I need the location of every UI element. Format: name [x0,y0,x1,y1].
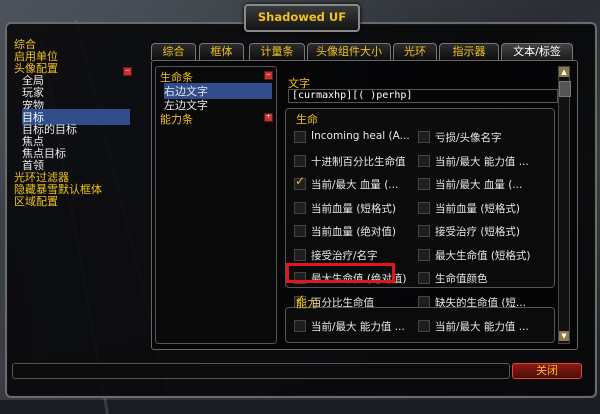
option-checkbox[interactable] [418,225,430,237]
subtree-panel: 生命条 − 右边文字 左边文字 能力条 + [155,66,277,344]
option-label[interactable]: 接受治疗 (短格式) [435,224,520,239]
close-button[interactable]: 关闭 [512,363,582,379]
option-label[interactable]: 当前/最大 能力值 ... [435,154,529,169]
expand-icon[interactable]: + [264,113,273,122]
option-checkbox[interactable] [418,272,430,284]
tab[interactable]: 综合 [151,43,196,60]
arrow-down-icon[interactable]: ▼ [559,331,569,341]
tab[interactable]: 计量条 [249,43,305,60]
option-label[interactable]: 当前血量 (短格式) [311,201,396,216]
option-checkbox[interactable] [294,201,306,214]
option-label[interactable]: 十进制百分比生命值 [311,154,406,169]
nav-item[interactable]: 区域配置 [14,193,58,209]
option-checkbox[interactable]: ✓ [294,174,306,190]
option-label[interactable]: 当前/最大 血量 (... [435,177,522,192]
window-title[interactable]: Shadowed UF [244,4,360,32]
scroll-thumb[interactable] [559,81,571,97]
option-checkbox[interactable] [418,154,430,167]
option-label[interactable]: 亏损/头像名字 [435,130,502,145]
option-label[interactable]: 最大生命值 (短格式) [435,248,531,263]
tab[interactable]: 文本/标签 [501,43,573,60]
option-label[interactable]: 当前/最大 能力值 ... [311,319,405,334]
option-label[interactable]: 当前血量 (短格式) [435,201,520,216]
option-checkbox[interactable] [418,131,430,143]
option-label[interactable]: 当前/最大 血量 (... [311,177,398,192]
tab[interactable]: 指示器 [439,43,499,60]
option-checkbox[interactable] [294,248,306,261]
option-checkbox[interactable] [418,320,430,332]
option-label[interactable]: Incoming heal (A... [311,130,410,142]
option-checkbox[interactable] [418,201,430,214]
option-checkbox[interactable] [418,248,430,261]
option-label[interactable]: 当前/最大 能力值 ... [435,319,529,334]
scrollbar[interactable]: ▲ ▼ [558,66,571,344]
tab[interactable]: 框体 [199,43,244,60]
power-group-label: 能力 [296,297,318,310]
subtree-power-bar[interactable]: 能力条 [160,111,193,127]
option-label[interactable]: 接受治疗/名字 [311,248,378,263]
option-checkbox[interactable] [294,225,306,237]
option-checkbox[interactable] [418,178,430,190]
arrow-up-icon[interactable]: ▲ [559,67,569,77]
option-checkbox[interactable] [294,131,306,143]
text-tag-input[interactable]: [curmaxhp][( )perhp] [288,89,558,103]
check-icon: ✓ [295,174,306,188]
tab[interactable]: 光环 [393,43,437,60]
annotation-highlight-box [286,263,395,283]
health-group-label: 生命 [296,113,318,126]
status-bar [12,363,510,379]
tab[interactable]: 头像组件大小 [307,43,391,60]
option-label[interactable]: 当前血量 (绝对值) [311,224,396,239]
option-label[interactable]: 生命值颜色 [435,271,488,286]
collapse-icon[interactable]: − [264,71,273,80]
collapse-icon[interactable]: − [123,67,132,76]
option-checkbox[interactable] [294,154,306,167]
option-checkbox[interactable] [294,320,306,332]
option-checkbox[interactable] [418,295,430,308]
